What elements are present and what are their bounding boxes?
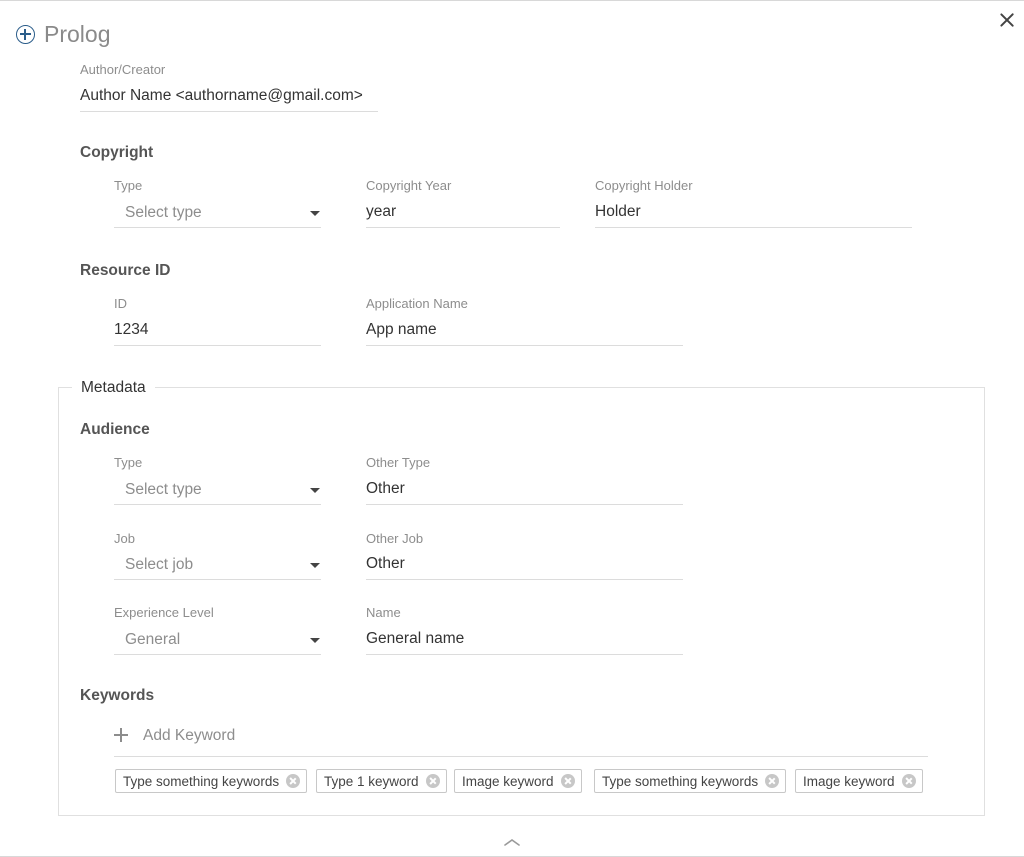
remove-keyword-icon[interactable] bbox=[425, 774, 440, 788]
keyword-chip: Type something keywords bbox=[115, 769, 308, 793]
prolog-panel: Prolog Author/Creator Author Name <autho… bbox=[0, 0, 1024, 857]
copyright-holder-label: Copyright Holder bbox=[595, 178, 693, 193]
other-job-input[interactable]: Other bbox=[366, 555, 405, 573]
copyright-year-label: Copyright Year bbox=[366, 178, 452, 193]
app-name-input[interactable]: App name bbox=[366, 321, 437, 339]
audience-name-input[interactable]: General name bbox=[366, 630, 464, 648]
chevron-down-icon bbox=[310, 488, 320, 493]
experience-level-select[interactable]: General bbox=[114, 626, 321, 654]
resource-id-heading: Resource ID bbox=[80, 262, 171, 279]
copyright-holder-input[interactable]: Holder bbox=[595, 203, 641, 221]
author-input[interactable]: Author Name <authorname@gmail.com> bbox=[80, 87, 363, 105]
chevron-down-icon bbox=[310, 211, 320, 216]
copyright-heading: Copyright bbox=[80, 144, 154, 161]
audience-type-value: Select type bbox=[125, 481, 202, 498]
keyword-chip-label: Type something keywords bbox=[123, 773, 280, 789]
other-type-label: Other Type bbox=[366, 455, 431, 470]
audience-heading: Audience bbox=[80, 421, 150, 438]
keywords-heading: Keywords bbox=[80, 687, 155, 704]
plus-icon[interactable] bbox=[114, 728, 128, 742]
job-label: Job bbox=[114, 531, 135, 546]
metadata-legend: Metadata bbox=[72, 379, 155, 397]
chevron-down-icon bbox=[310, 638, 320, 643]
keyword-chip-label: Type something keywords bbox=[602, 773, 759, 789]
metadata-fieldset bbox=[58, 387, 985, 816]
copyright-type-underline bbox=[114, 227, 321, 228]
copyright-year-input[interactable]: year bbox=[366, 203, 396, 221]
audience-name-underline bbox=[366, 654, 683, 655]
other-job-underline bbox=[366, 579, 683, 580]
panel-title: Prolog bbox=[44, 21, 111, 47]
resource-id-label: ID bbox=[114, 296, 127, 311]
keyword-chip: Image keyword bbox=[454, 769, 582, 793]
audience-type-underline bbox=[114, 504, 321, 505]
chevron-up-icon[interactable] bbox=[503, 837, 521, 847]
experience-level-label: Experience Level bbox=[114, 605, 214, 620]
job-underline bbox=[114, 579, 321, 580]
copyright-type-value: Select type bbox=[125, 204, 202, 221]
remove-keyword-icon[interactable] bbox=[560, 774, 575, 788]
job-select[interactable]: Select job bbox=[114, 551, 321, 579]
remove-keyword-icon[interactable] bbox=[765, 774, 780, 788]
keyword-chip: Image keyword bbox=[795, 769, 923, 793]
other-type-underline bbox=[366, 504, 683, 505]
keyword-chip-label: Image keyword bbox=[462, 773, 554, 789]
copyright-year-underline bbox=[366, 227, 560, 228]
remove-keyword-icon[interactable] bbox=[901, 774, 916, 788]
remove-keyword-icon[interactable] bbox=[286, 774, 301, 788]
experience-level-underline bbox=[114, 654, 321, 655]
keyword-chip-label: Type 1 keyword bbox=[324, 773, 419, 789]
copyright-type-label: Type bbox=[114, 178, 143, 193]
other-job-label: Other Job bbox=[366, 531, 424, 546]
author-underline bbox=[80, 111, 378, 112]
author-label: Author/Creator bbox=[80, 62, 166, 77]
audience-type-select[interactable]: Select type bbox=[114, 476, 321, 504]
close-icon[interactable] bbox=[998, 11, 1016, 29]
resource-id-input[interactable]: 1234 bbox=[114, 321, 148, 339]
app-name-underline bbox=[366, 345, 683, 346]
add-keyword-underline bbox=[114, 756, 928, 757]
keyword-chip-label: Image keyword bbox=[803, 773, 895, 789]
audience-type-label: Type bbox=[114, 455, 143, 470]
experience-level-value: General bbox=[125, 631, 181, 648]
copyright-type-select[interactable]: Select type bbox=[114, 199, 321, 227]
other-type-input[interactable]: Other bbox=[366, 480, 405, 498]
chevron-down-icon bbox=[310, 563, 320, 568]
copyright-holder-underline bbox=[595, 227, 912, 228]
keyword-chip: Type something keywords bbox=[594, 769, 787, 793]
audience-name-label: Name bbox=[366, 605, 401, 620]
keyword-chip: Type 1 keyword bbox=[316, 769, 447, 793]
plus-circle-icon[interactable] bbox=[16, 25, 35, 44]
job-value: Select job bbox=[125, 556, 194, 573]
app-name-label: Application Name bbox=[366, 296, 468, 311]
resource-id-underline bbox=[114, 345, 321, 346]
add-keyword-input[interactable]: Add Keyword bbox=[143, 727, 235, 745]
